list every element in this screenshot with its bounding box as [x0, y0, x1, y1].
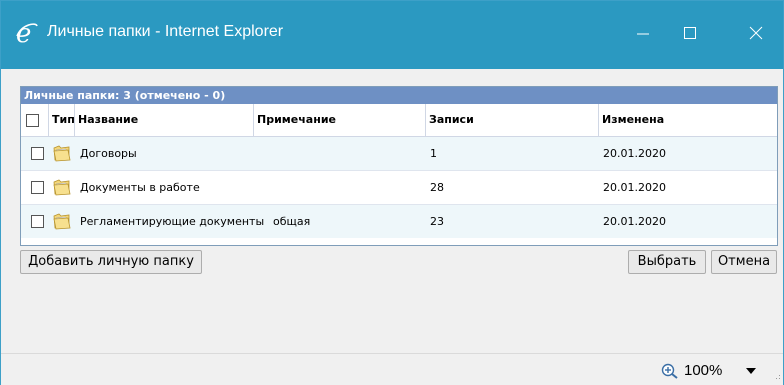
- resize-grip-icon[interactable]: [773, 372, 781, 380]
- ie-logo-icon: e: [16, 20, 38, 46]
- add-personal-folder-button[interactable]: Добавить личную папку: [20, 250, 202, 274]
- column-header-name[interactable]: Название: [75, 104, 254, 136]
- column-header-note[interactable]: Примечание: [254, 104, 426, 136]
- table-header: Тип Название Примечание Записи Изменена: [21, 104, 777, 137]
- minimize-icon: [637, 33, 649, 35]
- close-button[interactable]: [733, 11, 779, 55]
- row-modified: 20.01.2020: [603, 147, 666, 160]
- row-name: Регламентирующие документы: [80, 215, 265, 228]
- folders-table: Личные папки: 3 (отмечено - 0) Тип Назва…: [20, 86, 778, 246]
- folder-icon: [53, 213, 71, 230]
- title-bar: e Личные папки - Internet Explorer: [1, 1, 783, 69]
- select-all-checkbox[interactable]: [26, 114, 39, 127]
- column-header-records[interactable]: Записи: [426, 104, 599, 136]
- table-row[interactable]: Регламентирующие документы общая 23 20.0…: [21, 205, 777, 238]
- row-name: Документы в работе: [80, 181, 200, 194]
- select-all-header: [21, 104, 49, 136]
- row-name: Договоры: [80, 147, 137, 160]
- row-checkbox[interactable]: [31, 215, 44, 228]
- row-checkbox[interactable]: [31, 181, 44, 194]
- column-header-type[interactable]: Тип: [49, 104, 75, 136]
- row-checkbox[interactable]: [31, 147, 44, 160]
- row-records: 1: [430, 147, 437, 160]
- column-header-modified[interactable]: Изменена: [599, 104, 775, 136]
- maximize-button[interactable]: [667, 11, 713, 55]
- dialog-content: Личные папки: 3 (отмечено - 0) Тип Назва…: [1, 69, 783, 353]
- table-row[interactable]: Документы в работе 28 20.01.2020: [21, 171, 777, 205]
- table-row[interactable]: Договоры 1 20.01.2020: [21, 137, 777, 171]
- window-title: Личные папки - Internet Explorer: [47, 23, 284, 40]
- folder-icon: [53, 145, 71, 162]
- row-modified: 20.01.2020: [603, 181, 666, 194]
- status-bar: 100%: [1, 353, 783, 385]
- cancel-button[interactable]: Отмена: [711, 250, 777, 274]
- table-caption: Личные папки: 3 (отмечено - 0): [21, 87, 777, 104]
- chevron-down-icon[interactable]: [745, 367, 757, 375]
- browser-window: e Личные папки - Internet Explorer Личны…: [0, 0, 784, 385]
- zoom-in-icon[interactable]: [661, 363, 679, 379]
- row-records: 23: [430, 215, 444, 228]
- row-records: 28: [430, 181, 444, 194]
- select-button[interactable]: Выбрать: [628, 250, 706, 274]
- maximize-icon: [684, 27, 696, 39]
- close-icon: [749, 26, 763, 40]
- zoom-level[interactable]: 100%: [684, 362, 722, 379]
- minimize-button[interactable]: [620, 11, 666, 55]
- folder-icon: [53, 179, 71, 196]
- row-modified: 20.01.2020: [603, 215, 666, 228]
- row-note: общая: [273, 215, 311, 228]
